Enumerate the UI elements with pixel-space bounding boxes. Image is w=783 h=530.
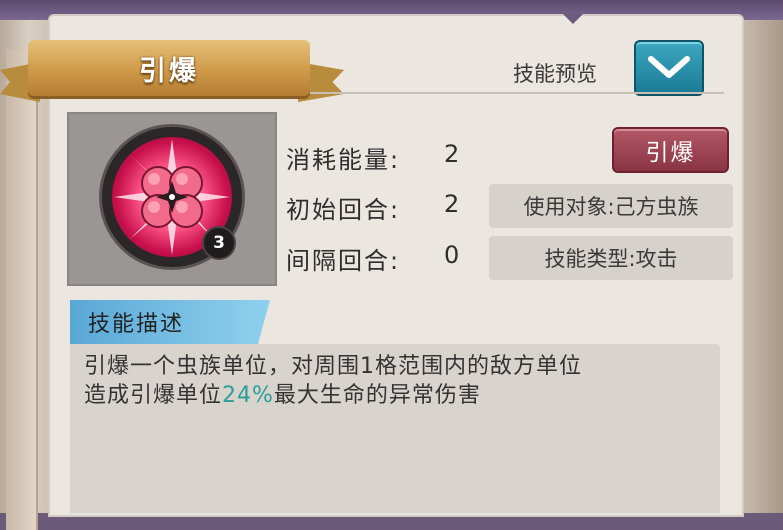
panel-notch	[563, 14, 583, 24]
interval-round-label: 间隔回合:	[286, 247, 401, 275]
initial-round-stat: 初始回合: 2	[286, 190, 459, 225]
right-scroll-edge	[738, 20, 783, 513]
description-text: 引爆一个虫族单位，对周围1格范围内的敌方单位 造成引爆单位24%最大生命的异常伤…	[84, 352, 714, 410]
interval-round-stat: 间隔回合: 0	[286, 241, 459, 276]
chevron-down-icon	[648, 56, 690, 78]
description-box: 引爆一个虫族单位，对周围1格范围内的敌方单位 造成引爆单位24%最大生命的异常伤…	[70, 344, 720, 513]
description-header: 技能描述	[70, 300, 270, 344]
initial-round-label: 初始回合:	[286, 196, 401, 224]
description-line-2-suffix: 最大生命的异常伤害	[273, 383, 481, 408]
skill-preview-label: 技能预览	[513, 62, 597, 86]
skill-preview-toggle-button[interactable]	[634, 40, 704, 96]
skill-icon-frame: 3	[67, 112, 277, 286]
skill-title-ribbon: 引爆	[28, 40, 310, 96]
energy-cost-stat: 消耗能量: 2	[286, 140, 459, 175]
skill-type-tag: 技能类型:攻击	[489, 236, 733, 280]
description-line-1: 引爆一个虫族单位，对周围1格范围内的敌方单位	[84, 354, 582, 379]
header-divider	[310, 92, 724, 94]
detonate-button[interactable]: 引爆	[612, 127, 729, 173]
damage-percent-highlight: 24%	[222, 383, 274, 408]
energy-cost-value: 2	[444, 140, 460, 168]
description-line-2-prefix: 造成引爆单位	[84, 383, 223, 408]
initial-round-value: 2	[444, 190, 460, 218]
description-line-2: 造成引爆单位24%最大生命的异常伤害	[84, 381, 714, 410]
energy-cost-label: 消耗能量:	[286, 146, 401, 174]
skill-title: 引爆	[139, 55, 199, 87]
interval-round-value: 0	[444, 241, 460, 269]
stack-count-badge: 3	[202, 226, 236, 260]
target-tag: 使用对象:己方虫族	[489, 184, 733, 228]
